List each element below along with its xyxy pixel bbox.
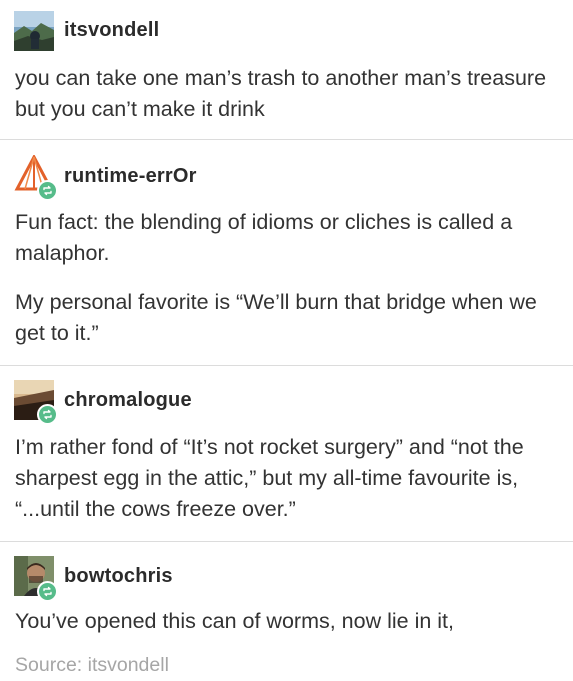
post-text: My personal favorite is “We’ll burn that…	[15, 290, 537, 345]
post-text: You’ve opened this can of worms, now lie…	[15, 609, 455, 633]
landscape-photo-icon	[14, 11, 54, 51]
post-text: you can take one man’s trash to another …	[15, 66, 547, 121]
reblog-icon	[37, 581, 58, 602]
username[interactable]: bowtochris	[64, 565, 173, 588]
username[interactable]: itsvondell	[64, 19, 159, 42]
post-text: Fun fact: the blending of idioms or clic…	[15, 210, 513, 265]
reblog-icon	[37, 404, 58, 425]
username[interactable]: runtime-errOr	[64, 165, 197, 188]
username[interactable]: chromalogue	[64, 389, 192, 412]
post-divider	[0, 139, 573, 140]
reblog-icon	[37, 180, 58, 201]
post-divider	[0, 541, 573, 542]
tumblr-post-thread: itsvondell you can take one man’s trash …	[0, 0, 573, 681]
post-text: I’m rather fond of “It’s not rocket surg…	[15, 435, 524, 521]
source-link[interactable]: Source: itsvondell	[15, 654, 169, 677]
landscape-photo-avatar[interactable]	[14, 11, 54, 51]
post-divider	[0, 365, 573, 366]
